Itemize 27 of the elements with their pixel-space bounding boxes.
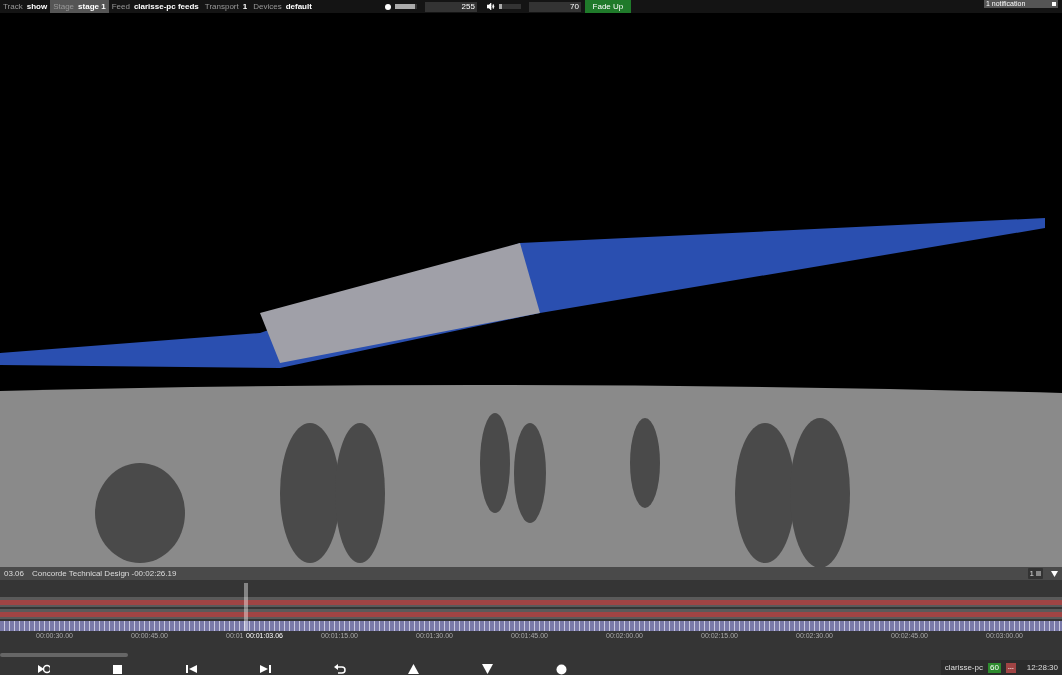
fade-up-button[interactable]: Fade Up (584, 0, 631, 13)
stop-icon[interactable] (112, 664, 124, 675)
volume-icon (486, 3, 495, 10)
loop-icon[interactable] (38, 664, 50, 675)
brightness-icon (384, 3, 391, 10)
top-bar-menu[interactable]: Track show (0, 0, 51, 13)
up-triangle-icon[interactable] (408, 664, 420, 675)
top-bar-menu[interactable]: Devices default (250, 0, 315, 13)
value-field[interactable]: 70 (528, 1, 581, 12)
previous-icon[interactable] (186, 664, 198, 675)
top-bar-menu[interactable]: Feed clarisse-pc feeds (108, 0, 202, 13)
undo-icon[interactable] (334, 664, 346, 675)
scrollbar[interactable] (0, 653, 128, 657)
next-icon[interactable] (260, 664, 272, 675)
top-bar-menu[interactable]: Transport 1 (201, 0, 251, 13)
clock: 12:28:30 (1026, 661, 1058, 674)
fps-badge: 60 (987, 662, 1001, 673)
value-field[interactable]: 255 (424, 1, 477, 12)
playhead[interactable] (244, 583, 248, 631)
current-time: 03.06 (4, 567, 25, 580)
down-triangle-icon[interactable] (482, 664, 494, 675)
dropdown-icon[interactable] (1051, 570, 1058, 577)
cue-title: Concorde Technical Design -00:02:26.19 (32, 567, 177, 580)
circle-icon[interactable] (556, 664, 568, 675)
top-bar-menu[interactable]: Stage stage 1 (50, 0, 109, 13)
page-selector[interactable]: 1 (1027, 568, 1043, 579)
machine-name: clarisse-pc (944, 661, 983, 674)
